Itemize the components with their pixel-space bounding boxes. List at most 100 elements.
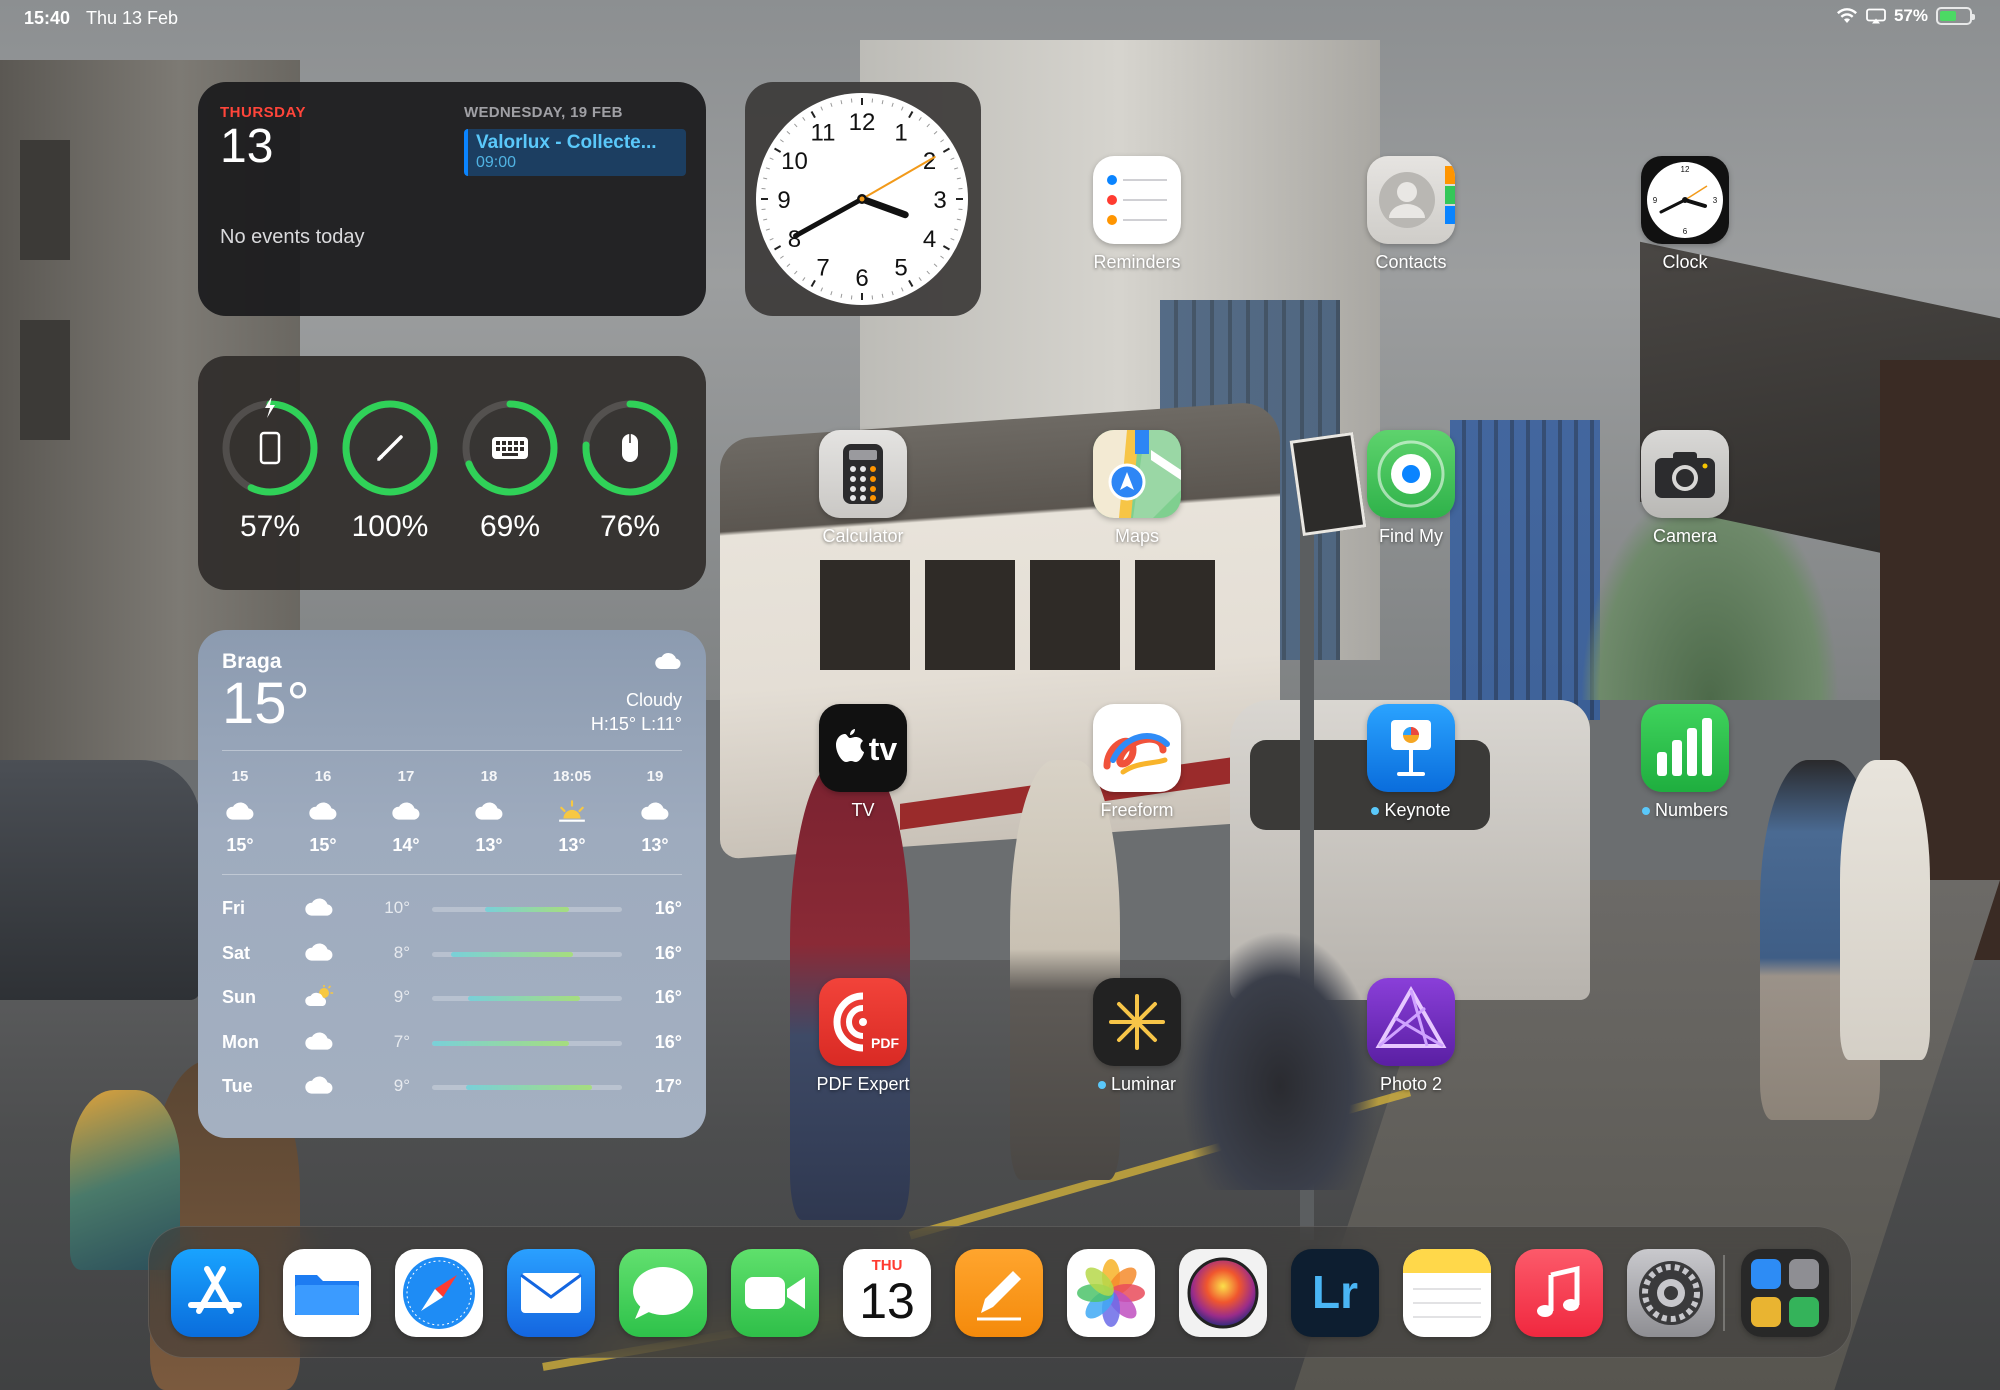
hourly-item: 18:05 13° [542, 768, 602, 856]
pages-icon[interactable] [955, 1249, 1043, 1337]
weather-widget[interactable]: Braga 15° Cloudy H:15° L:11° 15 15° 16 15… [198, 630, 706, 1138]
battery-percent: 100% [351, 510, 429, 543]
daily-low: 9° [393, 987, 410, 1006]
wifi-icon [1836, 8, 1857, 23]
cloud-icon [293, 799, 353, 825]
daily-temp-range-bar [432, 907, 622, 912]
hourly-item: 17 14° [376, 768, 436, 856]
app-label: Photo 2 [1379, 1074, 1443, 1094]
cloud-icon [655, 653, 681, 669]
dock-calendar-number: 13 [859, 1273, 915, 1329]
dock-separator [1723, 1255, 1725, 1331]
weather-divider [222, 874, 682, 875]
battery-percent: 76% [599, 510, 661, 543]
hourly-time: 18:05 [552, 768, 592, 785]
daily-day: Sat [222, 942, 251, 963]
battery-device: 57% [220, 398, 320, 544]
daily-high: 16° [654, 987, 682, 1007]
calendar-widget[interactable]: THURSDAY 13 No events today WEDNESDAY, 1… [198, 82, 706, 316]
app-label: Clock [1662, 252, 1708, 272]
battery-ring [582, 400, 678, 496]
settings-icon[interactable] [1627, 1249, 1715, 1337]
tv-icon-text: tv [869, 731, 898, 767]
battery-charging-icon [1936, 7, 1975, 25]
battery-percent: 57% [239, 510, 301, 543]
daily-high: 16° [654, 942, 682, 963]
app-pdf-expert[interactable]: PDF PDF Expert [793, 978, 933, 1095]
affinity-photo-icon [1367, 978, 1455, 1066]
app-numbers[interactable]: Numbers [1615, 704, 1755, 821]
cloud-icon [304, 1074, 334, 1101]
daily-high: 16° [654, 898, 682, 918]
daily-forecast-row: Mon 7° 16° [222, 1028, 682, 1062]
app-maps[interactable]: Maps [1067, 430, 1207, 547]
app-library-icon[interactable] [1741, 1249, 1829, 1337]
mouse-icon [622, 434, 638, 462]
app-label: Freeform [1100, 800, 1174, 820]
lightroom-icon-text: Lr [1312, 1266, 1358, 1318]
app-store-icon[interactable] [171, 1249, 259, 1337]
app-calculator[interactable]: Calculator [793, 430, 933, 547]
app-camera[interactable]: Camera [1615, 430, 1755, 547]
safari-icon[interactable] [395, 1249, 483, 1337]
cloud-icon [304, 941, 334, 968]
status-bar: 15:40 Thu 13 Feb 57% [0, 0, 2000, 36]
svg-text:6: 6 [1683, 227, 1688, 236]
battery-ring [342, 400, 438, 496]
status-time: 15:40 [24, 8, 71, 28]
hourly-item: 15 15° [210, 768, 270, 856]
sunset-icon [542, 799, 602, 825]
files-icon[interactable] [283, 1249, 371, 1337]
hourly-time: 18 [480, 768, 498, 785]
mail-icon[interactable] [507, 1249, 595, 1337]
app-luminar[interactable]: Luminar [1067, 978, 1207, 1095]
clock-app-icon: 12 3 6 9 [1641, 156, 1729, 244]
calendar-event-time: 09:00 [476, 154, 517, 171]
app-label: Contacts [1375, 252, 1447, 272]
music-icon[interactable] [1515, 1249, 1603, 1337]
hourly-temp: 14° [392, 835, 420, 855]
lightroom-icon[interactable]: Lr [1291, 1249, 1379, 1337]
hourly-item: 19 13° [625, 768, 685, 856]
app-label: TV [851, 800, 875, 820]
app-reminders[interactable]: Reminders [1067, 156, 1207, 273]
calendar-event[interactable]: Valorlux - Collecte... 09:00 [464, 129, 686, 176]
battery-percent: 69% [479, 510, 541, 543]
app-photo-2[interactable]: Photo 2 [1341, 978, 1481, 1095]
messages-icon[interactable] [619, 1249, 707, 1337]
calendar-empty-text: No events today [220, 226, 365, 248]
apple-tv-icon: tv [819, 704, 907, 792]
dock: THU 13 Lr [148, 1226, 1852, 1358]
hourly-temp: 13° [475, 835, 503, 855]
notes-icon[interactable] [1403, 1249, 1491, 1337]
clock-widget[interactable]: 12 1 2 3 4 5 6 7 8 9 10 11 [745, 82, 981, 316]
clock-number: 9 [777, 187, 790, 214]
daily-temp-range-bar [432, 1040, 622, 1046]
new-indicator-dot [1371, 807, 1380, 816]
calendar-icon[interactable]: THU 13 [843, 1249, 931, 1337]
weather-high-low: H:15° L:11° [590, 714, 682, 734]
color-app-icon[interactable] [1179, 1249, 1267, 1337]
daily-low: 10° [384, 898, 410, 917]
battery-device: 76% [580, 398, 680, 544]
app-clock[interactable]: 12 3 6 9 Clock [1615, 156, 1755, 273]
photos-icon[interactable] [1067, 1249, 1155, 1337]
hourly-time: 16 [314, 768, 332, 785]
facetime-icon[interactable] [731, 1249, 819, 1337]
clock-number: 1 [894, 119, 907, 146]
app-freeform[interactable]: Freeform [1067, 704, 1207, 821]
cloud-icon [304, 896, 334, 923]
weather-divider [222, 750, 682, 751]
clock-number: 4 [923, 226, 936, 253]
numbers-icon [1641, 704, 1729, 792]
battery-device: 69% [460, 398, 560, 544]
daily-forecast-row: Sun 9° 16° [222, 983, 682, 1017]
app-tv[interactable]: tv TV [793, 704, 933, 821]
app-keynote[interactable]: Keynote [1341, 704, 1481, 821]
app-contacts[interactable]: Contacts [1341, 156, 1481, 273]
app-find-my[interactable]: Find My [1341, 430, 1481, 547]
ipad-icon [259, 431, 281, 465]
svg-text:12: 12 [1681, 165, 1690, 174]
batteries-widget[interactable]: 57% 100% 69% 76% [198, 356, 706, 590]
clock-number: 11 [811, 119, 836, 146]
